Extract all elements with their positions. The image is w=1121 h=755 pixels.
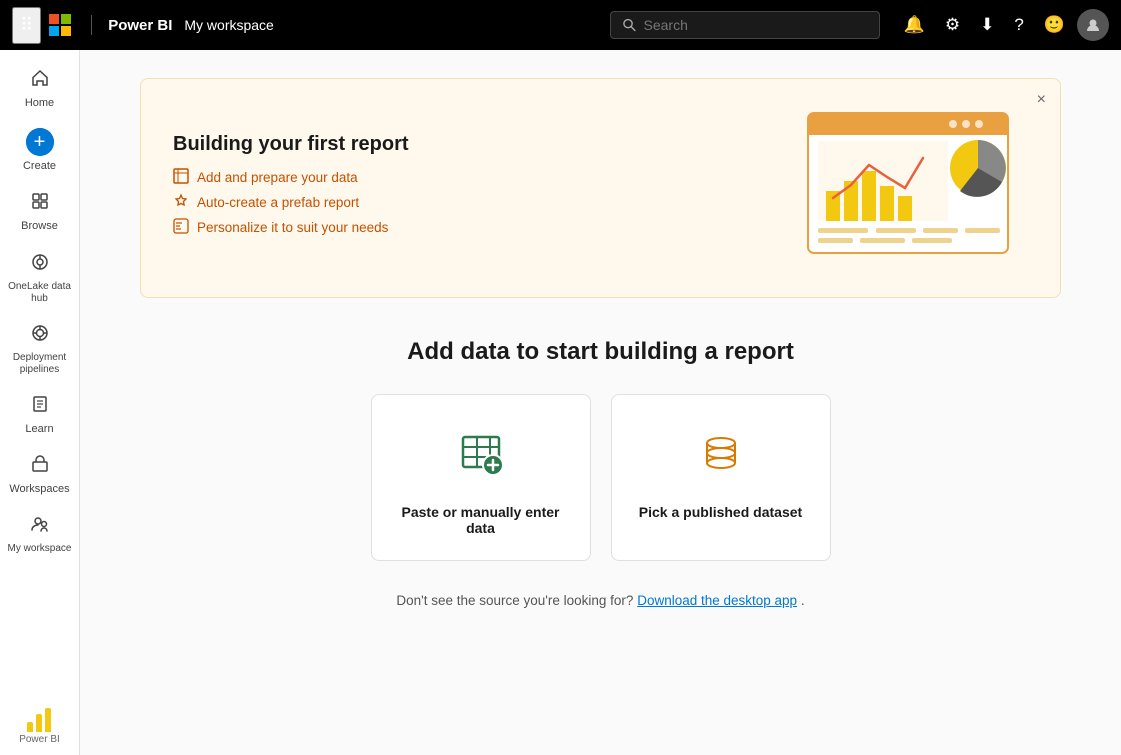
onelake-icon [30, 252, 50, 277]
sidebar-powerbi-label: Power BI [19, 734, 60, 745]
sidebar-home-label: Home [25, 97, 54, 110]
data-source-cards: Paste or manually enter data Pick a publ… [140, 394, 1061, 561]
banner-item-3: Personalize it to suit your needs [173, 218, 409, 237]
report-illustration-svg [768, 103, 1028, 268]
sidebar-item-browse[interactable]: Browse [4, 181, 76, 241]
main-layout: Home + Create Browse [0, 50, 1121, 755]
sidebar-myworkspace-label: My workspace [8, 543, 72, 555]
myworkspace-icon [30, 514, 50, 539]
search-box[interactable] [610, 11, 880, 39]
browse-icon [30, 191, 50, 216]
workspace-label: My workspace [184, 17, 273, 33]
create-icon: + [26, 128, 54, 156]
banner-close-button[interactable]: × [1037, 91, 1046, 109]
sidebar-learn-label: Learn [25, 423, 53, 436]
home-icon [30, 68, 50, 93]
sidebar-item-workspaces[interactable]: Workspaces [4, 444, 76, 504]
feedback-button[interactable]: 🙂 [1036, 9, 1073, 41]
topnav-actions: 🔔 ⚙ ⬇ ? 🙂 [896, 9, 1109, 41]
deployment-icon [30, 323, 50, 348]
sidebar-workspaces-label: Workspaces [9, 483, 69, 496]
footer-text: Don't see the source you're looking for?… [140, 593, 1061, 608]
sidebar-browse-label: Browse [21, 220, 58, 233]
paste-data-card[interactable]: Paste or manually enter data [371, 394, 591, 561]
banner-title: Building your first report [173, 133, 409, 156]
powerbi-brand-label: Power BI [108, 17, 172, 34]
banner-item-3-icon [173, 218, 189, 237]
settings-button[interactable]: ⚙ [937, 9, 968, 41]
download-desktop-link[interactable]: Download the desktop app [637, 593, 797, 608]
sidebar: Home + Create Browse [0, 50, 80, 755]
paste-card-label: Paste or manually enter data [392, 504, 570, 536]
footer-static-text: Don't see the source you're looking for? [396, 593, 633, 608]
banner-item-2-icon [173, 193, 189, 212]
sidebar-item-myworkspace[interactable]: My workspace [4, 504, 76, 563]
banner-illustration [768, 103, 1028, 273]
search-input[interactable] [644, 17, 867, 33]
sidebar-item-home[interactable]: Home [4, 58, 76, 118]
top-navigation: ⠿ Power BI My workspace 🔔 ⚙ ⬇ ? 🙂 [0, 0, 1121, 50]
workspaces-icon [30, 454, 50, 479]
content-area: Building your first report Add and prepa… [80, 50, 1121, 755]
sidebar-deployment-label: Deployment pipelines [8, 352, 72, 376]
learn-icon [30, 394, 50, 419]
sidebar-item-deployment[interactable]: Deployment pipelines [4, 313, 76, 384]
banner-text-area: Building your first report Add and prepa… [173, 133, 409, 243]
user-avatar-button[interactable] [1077, 9, 1109, 41]
logo-divider [91, 15, 92, 35]
sidebar-item-learn[interactable]: Learn [4, 384, 76, 444]
sidebar-create-label: Create [23, 160, 56, 173]
dataset-card-label: Pick a published dataset [639, 504, 802, 520]
sidebar-onelake-label: OneLake data hub [8, 281, 72, 305]
banner-item-2-text: Auto-create a prefab report [197, 195, 359, 210]
banner-item-1: Add and prepare your data [173, 168, 409, 187]
published-dataset-card[interactable]: Pick a published dataset [611, 394, 831, 561]
user-icon [1085, 17, 1101, 33]
sidebar-item-onelake[interactable]: OneLake data hub [4, 242, 76, 313]
banner-item-1-text: Add and prepare your data [197, 170, 358, 185]
getting-started-banner: Building your first report Add and prepa… [140, 78, 1061, 298]
banner-item-3-text: Personalize it to suit your needs [197, 220, 388, 235]
help-button[interactable]: ? [1006, 9, 1031, 41]
notifications-button[interactable]: 🔔 [896, 9, 933, 41]
banner-item-1-icon [173, 168, 189, 187]
footer-end-text: . [801, 593, 805, 608]
powerbi-icon [27, 704, 51, 732]
search-icon [623, 18, 636, 32]
dataset-icon [695, 427, 747, 488]
download-button[interactable]: ⬇ [972, 9, 1002, 41]
paste-icon [455, 427, 507, 488]
apps-grid-button[interactable]: ⠿ [12, 7, 41, 44]
sidebar-item-create[interactable]: + Create [4, 118, 76, 181]
sidebar-powerbi: Power BI [15, 694, 64, 755]
banner-item-2: Auto-create a prefab report [173, 193, 409, 212]
microsoft-logo [49, 14, 71, 36]
add-data-title: Add data to start building a report [140, 338, 1061, 366]
